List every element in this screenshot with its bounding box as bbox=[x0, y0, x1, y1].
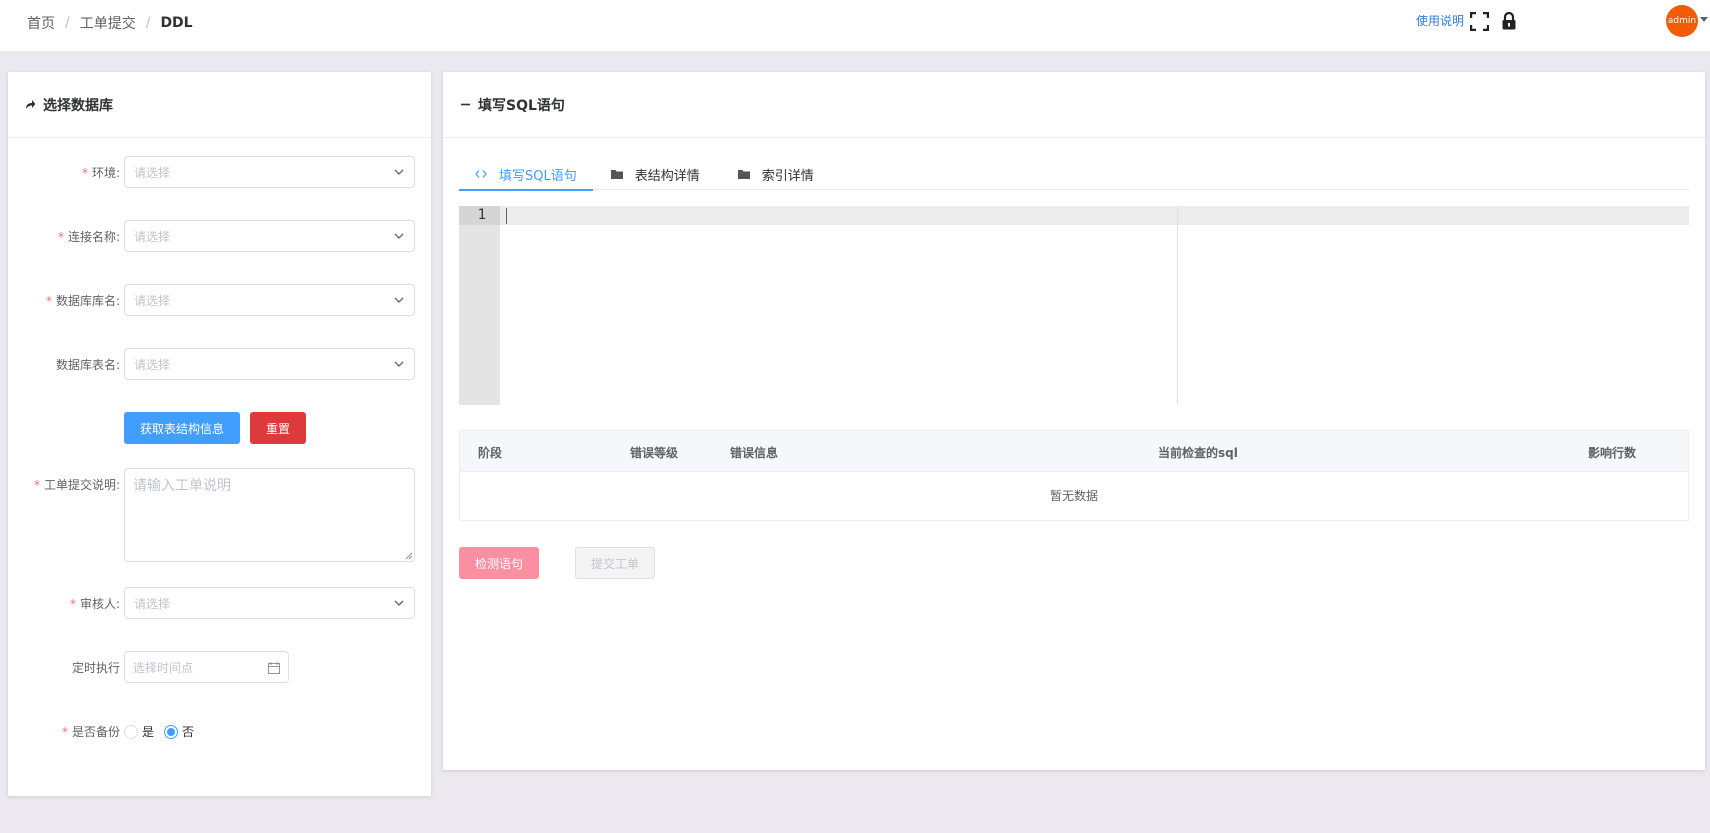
env-select[interactable]: 请选择 bbox=[124, 156, 415, 188]
backup-radio-group: 是 否 bbox=[124, 723, 204, 740]
lock-icon[interactable] bbox=[1501, 12, 1517, 30]
table-select[interactable]: 请选择 bbox=[124, 348, 415, 380]
backup-form-item: * 是否备份 是 否 bbox=[8, 715, 431, 747]
breadcrumb-separator: / bbox=[65, 15, 70, 31]
breadcrumb-separator: / bbox=[145, 15, 151, 31]
backup-label: * 是否备份 bbox=[61, 725, 120, 739]
empty-table-text: 暂无数据 bbox=[1049, 489, 1098, 503]
reviewer-select-placeholder: 请选择 bbox=[134, 596, 171, 611]
database-label: * 数据库库名: bbox=[45, 294, 120, 308]
description-label: * 工单提交说明: bbox=[33, 478, 120, 492]
check-sql-button[interactable]: 检测语句 bbox=[459, 547, 539, 579]
required-mark: * bbox=[81, 166, 88, 180]
table-header: 阶段 错误等级 错误信息 当前检查的sql 影响行数 bbox=[460, 431, 1688, 472]
breadcrumb-home[interactable]: 首页 bbox=[27, 13, 55, 33]
active-line-highlight bbox=[500, 206, 1689, 225]
avatar-text: admin bbox=[1667, 16, 1697, 26]
reviewer-label: * 审核人: bbox=[69, 597, 120, 611]
database-form-item: * 数据库库名: 请选择 bbox=[8, 284, 431, 316]
panel-title: 填写SQL语句 bbox=[478, 97, 565, 114]
connection-label: * 连接名称: bbox=[57, 230, 120, 244]
backup-yes-label: 是 bbox=[142, 725, 155, 739]
caret-down-icon[interactable] bbox=[1700, 17, 1708, 22]
tab-index-details[interactable]: 索引详情 bbox=[722, 158, 830, 190]
required-mark: * bbox=[57, 230, 64, 244]
reviewer-select[interactable]: 请选择 bbox=[124, 587, 415, 619]
chevron-down-icon bbox=[394, 361, 404, 367]
editor-gutter bbox=[459, 206, 500, 405]
check-result-table: 阶段 错误等级 错误信息 当前检查的sql 影响行数 暂无数据 bbox=[459, 430, 1689, 521]
required-mark: * bbox=[69, 597, 76, 611]
sql-code-editor[interactable]: 1 bbox=[459, 206, 1689, 405]
required-mark: * bbox=[61, 725, 68, 739]
table-form-item: 数据库表名: 请选择 bbox=[8, 348, 431, 380]
required-mark: * bbox=[45, 294, 52, 308]
schedule-label: 定时执行 bbox=[71, 661, 120, 675]
radio-unchecked-icon bbox=[124, 724, 138, 739]
share-arrow-icon bbox=[26, 100, 36, 109]
print-margin bbox=[1177, 206, 1178, 405]
tab-label: 索引详情 bbox=[761, 168, 814, 184]
table-select-placeholder: 请选择 bbox=[134, 357, 171, 372]
panel-title: 选择数据库 bbox=[43, 97, 113, 114]
chevron-down-icon bbox=[394, 233, 404, 239]
connection-select[interactable]: 请选择 bbox=[124, 220, 415, 252]
column-header-affected-rows: 影响行数 bbox=[1588, 446, 1637, 460]
reset-button[interactable]: 重置 bbox=[250, 412, 306, 444]
panel-header: 选择数据库 bbox=[8, 72, 431, 138]
tab-write-sql[interactable]: 填写SQL语句 bbox=[459, 158, 593, 191]
text-cursor bbox=[506, 208, 507, 224]
breadcrumb-ticket-submit[interactable]: 工单提交 bbox=[80, 13, 136, 33]
description-form-item: * 工单提交说明: 请输入工单说明 bbox=[8, 468, 431, 562]
radio-checked-icon bbox=[164, 724, 179, 739]
database-select-panel: 选择数据库 * 环境: 请选择 * 连接名称: 请选择 * 数据库库名: 请选择 数据… bbox=[8, 72, 431, 796]
tab-label: 填写SQL语句 bbox=[499, 168, 577, 184]
minus-icon bbox=[461, 103, 470, 106]
schedule-placeholder: 选择时间点 bbox=[133, 660, 194, 675]
database-select[interactable]: 请选择 bbox=[124, 284, 415, 316]
chevron-down-icon bbox=[394, 297, 404, 303]
breadcrumb-current: DDL bbox=[160, 15, 193, 31]
chevron-down-icon bbox=[394, 600, 404, 606]
sql-tabs: 填写SQL语句 表结构详情 索引详情 bbox=[459, 158, 1689, 191]
connection-form-item: * 连接名称: 请选择 bbox=[8, 220, 431, 252]
submit-ticket-button[interactable]: 提交工单 bbox=[575, 547, 655, 579]
backup-yes-radio[interactable]: 是 bbox=[124, 723, 154, 740]
help-link[interactable]: 使用说明 bbox=[1416, 12, 1464, 29]
breadcrumb: 首页 / 工单提交 / DDL bbox=[27, 13, 193, 33]
code-icon bbox=[475, 170, 487, 178]
schedule-form-item: 定时执行 选择时间点 bbox=[8, 651, 431, 683]
tab-label: 表结构详情 bbox=[634, 168, 700, 184]
avatar[interactable]: admin bbox=[1666, 5, 1698, 37]
description-placeholder: 请输入工单说明 bbox=[133, 478, 231, 494]
resize-grip-icon[interactable] bbox=[405, 552, 413, 560]
description-textarea[interactable]: 请输入工单说明 bbox=[124, 468, 415, 562]
line-number: 1 bbox=[459, 206, 500, 225]
table-label: 数据库表名: bbox=[55, 358, 120, 372]
calendar-icon bbox=[268, 662, 280, 674]
column-header-error-message: 错误信息 bbox=[730, 446, 779, 460]
top-header: 首页 / 工单提交 / DDL 使用说明 admin bbox=[0, 0, 1710, 51]
sql-input-panel: 填写SQL语句 填写SQL语句 表结构详情 索引详情 1 阶段 错误等级 错误信… bbox=[443, 72, 1705, 770]
backup-no-label: 否 bbox=[182, 725, 195, 739]
folder-icon bbox=[610, 170, 623, 179]
schedule-time-picker[interactable]: 选择时间点 bbox=[124, 651, 289, 683]
fullscreen-icon[interactable] bbox=[1470, 12, 1489, 31]
fetch-table-structure-button[interactable]: 获取表结构信息 bbox=[124, 412, 240, 444]
database-select-placeholder: 请选择 bbox=[134, 293, 171, 308]
connection-select-placeholder: 请选择 bbox=[134, 229, 171, 244]
folder-icon bbox=[737, 170, 750, 179]
env-form-item: * 环境: 请选择 bbox=[8, 156, 431, 188]
panel-header: 填写SQL语句 bbox=[443, 72, 1705, 138]
chevron-down-icon bbox=[394, 169, 404, 175]
required-mark: * bbox=[33, 478, 40, 492]
tab-table-structure[interactable]: 表结构详情 bbox=[595, 158, 716, 190]
env-label: * 环境: bbox=[81, 166, 120, 180]
reviewer-form-item: * 审核人: 请选择 bbox=[8, 587, 431, 619]
backup-no-radio[interactable]: 否 bbox=[164, 723, 194, 740]
env-select-placeholder: 请选择 bbox=[134, 165, 171, 180]
column-header-stage: 阶段 bbox=[478, 446, 503, 460]
column-header-error-level: 错误等级 bbox=[630, 446, 679, 460]
column-header-current-sql: 当前检查的sql bbox=[1158, 446, 1238, 460]
